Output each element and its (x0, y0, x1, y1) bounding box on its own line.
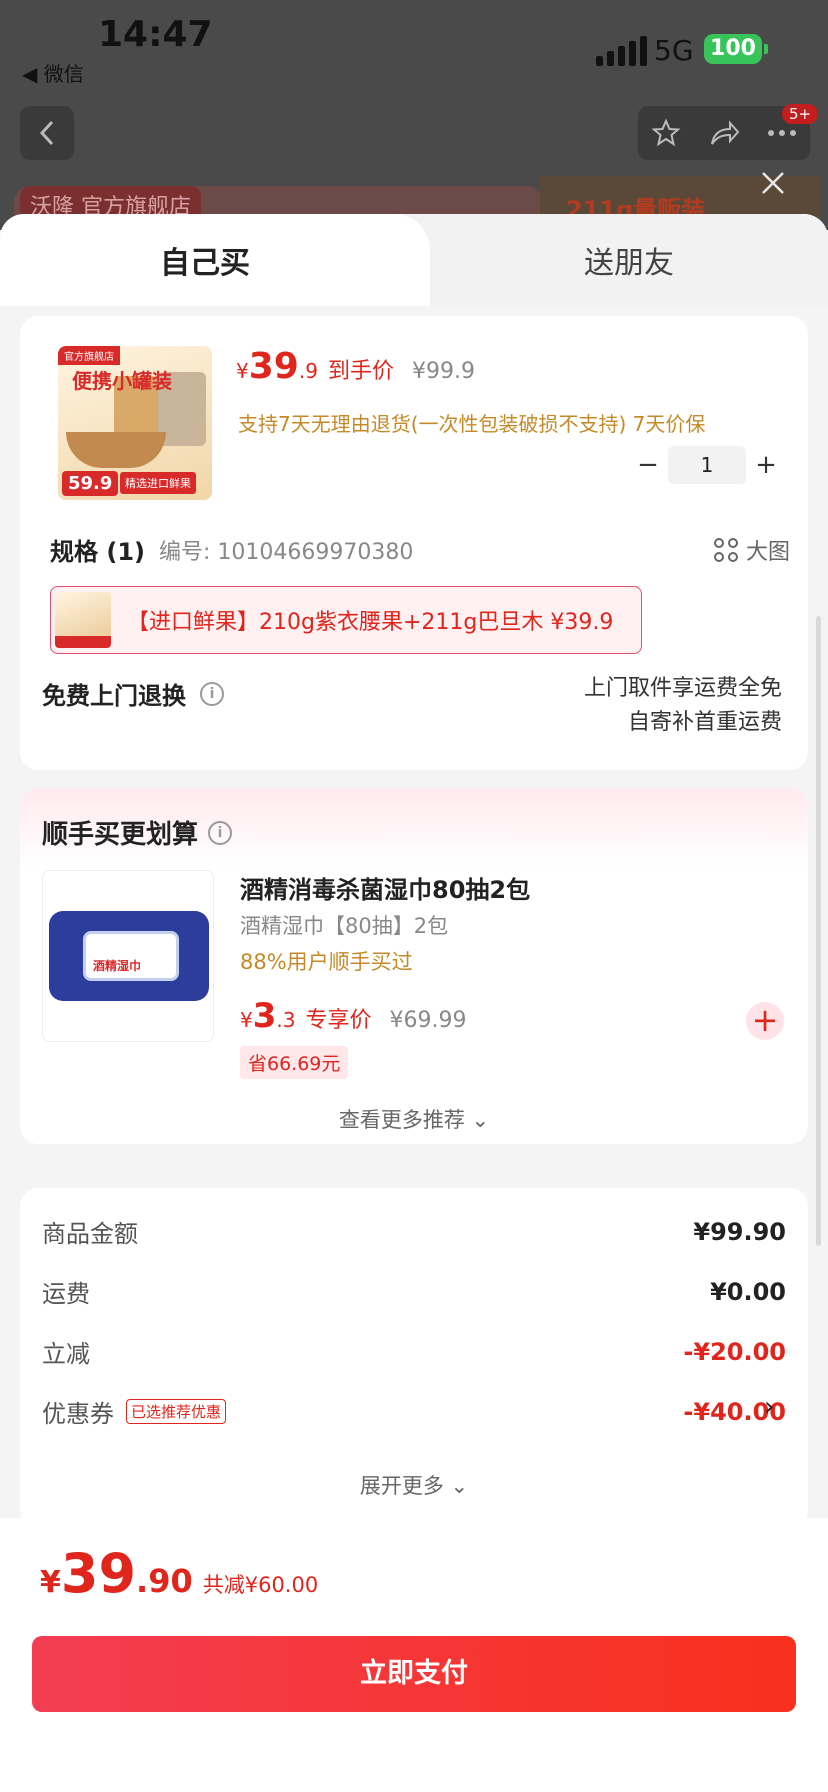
view-more-recommendations[interactable]: 查看更多推荐 ⌄ (20, 1104, 808, 1134)
info-icon[interactable]: i (200, 681, 224, 706)
savings-badge: 省66.69元 (240, 1046, 349, 1079)
big-image-button[interactable]: 大图 (713, 534, 790, 566)
info-icon[interactable]: i (208, 820, 233, 845)
grid-icon (713, 537, 738, 562)
close-icon[interactable] (758, 168, 788, 198)
return-policy: 支持7天无理由退货(一次性包装破损不支持) 7天价保 (238, 412, 706, 436)
notification-badge: 5+ (782, 104, 819, 124)
goods-amount-value: ¥99.90 (693, 1217, 786, 1246)
currency-symbol: ¥ (236, 359, 249, 383)
add-addon-button[interactable]: + (746, 1002, 784, 1040)
chevron-right-icon[interactable]: › (764, 1392, 774, 1422)
scrollbar[interactable] (816, 616, 821, 1246)
coupon-label: 优惠券 (42, 1400, 114, 1428)
currency-symbol: ¥ (240, 1008, 253, 1032)
price-label: 专享价 (305, 1008, 372, 1033)
total-decimal: .90 (136, 1562, 193, 1600)
price-integer: 39 (248, 346, 299, 387)
coupon-tag: 已选推荐优惠 (126, 1399, 227, 1424)
back-to-app[interactable]: ◀ 微信 (22, 58, 84, 87)
pay-now-button[interactable]: 立即支付 (32, 1636, 796, 1712)
status-time: 14:47 (98, 14, 213, 55)
total-reduced: 共减¥60.00 (202, 1573, 319, 1597)
price-label: 到手价 (327, 359, 394, 384)
signal-icon (596, 36, 647, 66)
spec-title: 规格 (1) (50, 538, 145, 566)
wipes-label: 酒精湿巾 (93, 959, 142, 973)
shipping-value: ¥0.00 (710, 1277, 786, 1306)
addon-price: ¥ 3 .3 专享价 ¥69.99 (240, 996, 467, 1036)
addon-card: 顺手买更划算 i 酒精湿巾 酒精消毒杀菌湿巾80抽2包 酒精湿巾【80抽】2包 … (20, 788, 808, 1144)
thumb-tag: 官方旗舰店 (58, 346, 120, 365)
product-price: ¥ 39 .9 到手价 ¥99.9 (236, 346, 475, 387)
product-card: 官方旗舰店 便携小罐装 59.9 精选进口鲜果 ¥ 39 .9 到手价 ¥99.… (20, 316, 808, 770)
total-price: ¥ 39 .90 共减¥60.00 (40, 1542, 318, 1605)
price-decimal: .9 (298, 359, 318, 383)
big-image-label: 大图 (745, 539, 790, 565)
return-note-2: 自寄补首重运费 (627, 710, 782, 735)
free-return-row: 免费上门退换 i 上门取件享运费全免 自寄补首重运费 (42, 676, 782, 735)
shipping-label: 运费 (42, 1280, 90, 1308)
status-bar: 14:47 ◀ 微信 5G 100 (0, 0, 828, 90)
battery-icon: 100 (704, 34, 768, 64)
expand-more[interactable]: 展开更多 ⌄ (20, 1470, 808, 1500)
chevron-left-icon (39, 120, 54, 146)
network-type: 5G (654, 34, 694, 67)
return-note-1: 上门取件享运费全免 (583, 676, 782, 701)
original-price: ¥99.9 (411, 359, 475, 384)
discount-row: 立减 -¥20.00 (42, 1334, 786, 1369)
tab-self-buy[interactable]: 自己买 (0, 214, 430, 306)
addon-image[interactable]: 酒精湿巾 (42, 870, 214, 1042)
coupon-row[interactable]: 优惠券 已选推荐优惠 -¥40.00 (42, 1394, 786, 1429)
quantity-stepper: − 1 + (628, 446, 786, 484)
checkout-bar: ¥ 39 .90 共减¥60.00 立即支付 (0, 1518, 828, 1792)
spec-option-selected[interactable]: 【进口鲜果】210g紫衣腰果+211g巴旦木 ¥39.9 (50, 586, 642, 654)
addon-name[interactable]: 酒精消毒杀菌湿巾80抽2包 (240, 870, 530, 905)
thumb-price: 59.9 (62, 471, 119, 496)
discount-value: -¥20.00 (683, 1337, 786, 1366)
thumb-badge: 精选进口鲜果 (120, 472, 196, 494)
original-price: ¥69.99 (389, 1008, 467, 1033)
total-integer: 39 (60, 1542, 137, 1605)
shipping-row: 运费 ¥0.00 (42, 1274, 786, 1309)
increase-button[interactable]: + (746, 450, 786, 480)
thumb-headline: 便携小罐装 (72, 369, 172, 393)
back-button[interactable] (20, 106, 74, 160)
product-image[interactable]: 官方旗舰店 便携小罐装 59.9 精选进口鲜果 (58, 346, 212, 500)
more-icon[interactable] (767, 128, 797, 138)
discount-label: 立减 (42, 1340, 90, 1368)
star-icon[interactable] (651, 118, 681, 148)
addon-spec: 酒精湿巾【80抽】2包 (240, 914, 449, 938)
option-label: 【进口鲜果】210g紫衣腰果+211g巴旦木 ¥39.9 (127, 610, 614, 635)
decrease-button[interactable]: − (628, 450, 668, 480)
addon-bought-rate: 88%用户顺手买过 (240, 950, 413, 974)
free-return-title: 免费上门退换 (42, 682, 186, 710)
tab-gift[interactable]: 送朋友 (430, 214, 828, 306)
goods-amount-label: 商品金额 (42, 1220, 138, 1248)
currency-symbol: ¥ (40, 1565, 61, 1600)
price-integer: 3 (252, 996, 277, 1036)
quantity-input[interactable]: 1 (668, 446, 746, 484)
option-thumbnail (55, 592, 111, 648)
price-decimal: .3 (276, 1008, 296, 1032)
goods-amount-row: 商品金额 ¥99.90 (42, 1214, 786, 1249)
spec-header: 规格 (1) 编号: 10104669970380 大图 (50, 532, 790, 567)
purchase-tabs: 自己买 送朋友 (0, 214, 828, 306)
addon-title-row: 顺手买更划算 i (42, 814, 233, 851)
nuts-bowl (66, 432, 166, 468)
price-summary-card: 商品金额 ¥99.90 运费 ¥0.00 立减 -¥20.00 优惠券 已选推荐… (20, 1188, 808, 1528)
product-code: 编号: 10104669970380 (159, 539, 414, 565)
share-icon[interactable] (708, 118, 740, 148)
addon-title: 顺手买更划算 (42, 820, 199, 850)
